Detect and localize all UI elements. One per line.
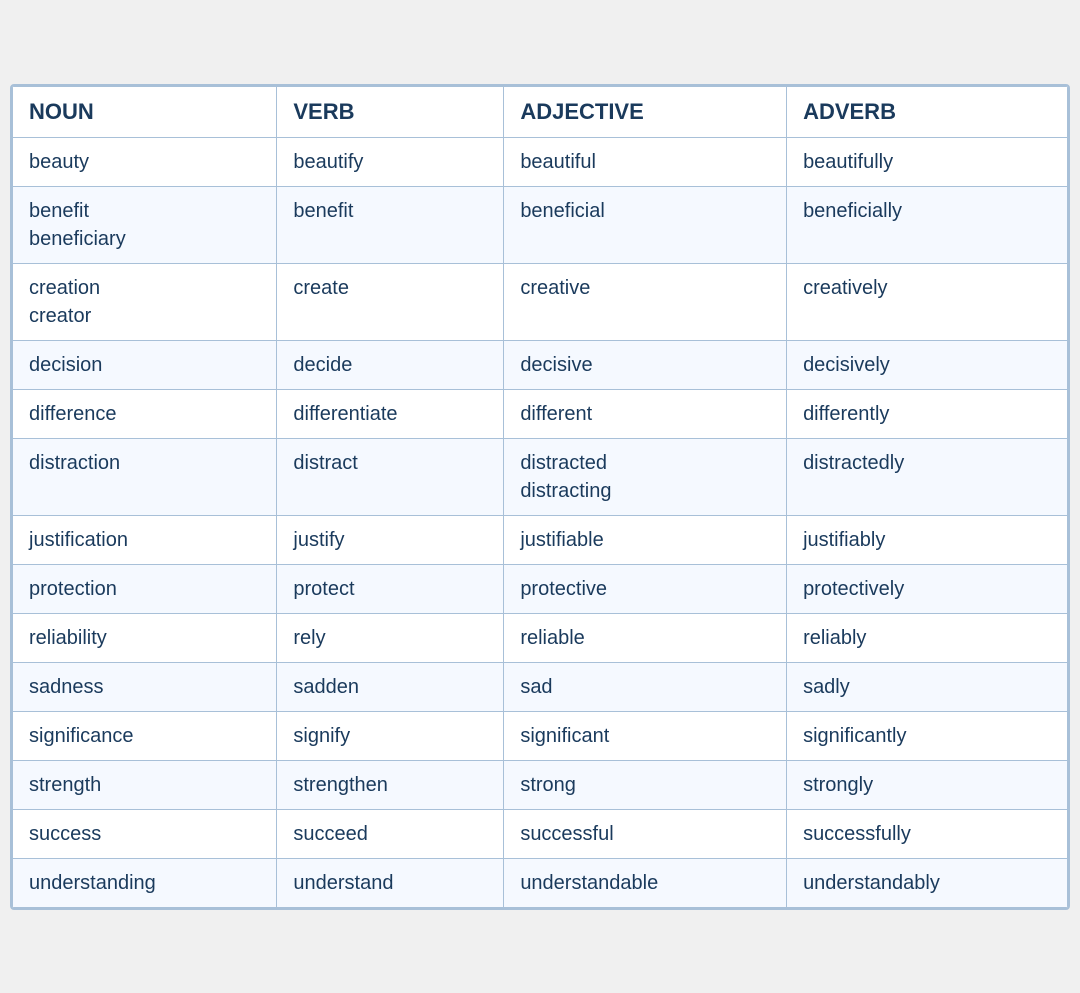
cell-adverb-8: reliably: [787, 613, 1068, 662]
header-adjective: ADJECTIVE: [504, 86, 787, 137]
cell-noun-11: strength: [13, 760, 277, 809]
cell-adverb-1: beneficially: [787, 186, 1068, 263]
cell-verb-6: justify: [277, 515, 504, 564]
cell-verb-5: distract: [277, 438, 504, 515]
word-forms-table-wrapper: NOUN VERB ADJECTIVE ADVERB beautybeautif…: [10, 84, 1070, 910]
cell-noun-4: difference: [13, 389, 277, 438]
cell-verb-13: understand: [277, 858, 504, 907]
cell-noun-8: reliability: [13, 613, 277, 662]
cell-verb-2: create: [277, 263, 504, 340]
cell-adjective-5: distracteddistracting: [504, 438, 787, 515]
table-row: protectionprotectprotectiveprotectively: [13, 564, 1068, 613]
table-row: beautybeautifybeautifulbeautifully: [13, 137, 1068, 186]
cell-adjective-6: justifiable: [504, 515, 787, 564]
cell-adjective-7: protective: [504, 564, 787, 613]
table-row: successsucceedsuccessfulsuccessfully: [13, 809, 1068, 858]
cell-adjective-9: sad: [504, 662, 787, 711]
cell-verb-10: signify: [277, 711, 504, 760]
cell-adverb-0: beautifully: [787, 137, 1068, 186]
cell-noun-13: understanding: [13, 858, 277, 907]
cell-adjective-2: creative: [504, 263, 787, 340]
cell-adjective-1: beneficial: [504, 186, 787, 263]
cell-verb-7: protect: [277, 564, 504, 613]
table-row: creationcreatorcreatecreativecreatively: [13, 263, 1068, 340]
cell-noun-6: justification: [13, 515, 277, 564]
cell-noun-9: sadness: [13, 662, 277, 711]
cell-noun-2: creationcreator: [13, 263, 277, 340]
cell-adjective-13: understandable: [504, 858, 787, 907]
cell-adjective-8: reliable: [504, 613, 787, 662]
table-row: sadnesssaddensadsadly: [13, 662, 1068, 711]
cell-noun-1: benefitbeneficiary: [13, 186, 277, 263]
header-adverb: ADVERB: [787, 86, 1068, 137]
cell-adjective-12: successful: [504, 809, 787, 858]
header-verb: VERB: [277, 86, 504, 137]
table-row: strengthstrengthenstrongstrongly: [13, 760, 1068, 809]
table-row: distractiondistractdistracteddistracting…: [13, 438, 1068, 515]
cell-noun-10: significance: [13, 711, 277, 760]
cell-verb-1: benefit: [277, 186, 504, 263]
cell-adverb-7: protectively: [787, 564, 1068, 613]
cell-verb-3: decide: [277, 340, 504, 389]
cell-adjective-3: decisive: [504, 340, 787, 389]
cell-noun-0: beauty: [13, 137, 277, 186]
cell-adjective-0: beautiful: [504, 137, 787, 186]
table-row: benefitbeneficiarybenefitbeneficialbenef…: [13, 186, 1068, 263]
cell-adverb-9: sadly: [787, 662, 1068, 711]
table-row: understandingunderstandunderstandableund…: [13, 858, 1068, 907]
cell-verb-12: succeed: [277, 809, 504, 858]
cell-verb-0: beautify: [277, 137, 504, 186]
table-row: differencedifferentiatedifferentdifferen…: [13, 389, 1068, 438]
cell-verb-4: differentiate: [277, 389, 504, 438]
cell-noun-3: decision: [13, 340, 277, 389]
table-row: significancesignifysignificantsignifican…: [13, 711, 1068, 760]
header-noun: NOUN: [13, 86, 277, 137]
cell-adverb-10: significantly: [787, 711, 1068, 760]
cell-adverb-6: justifiably: [787, 515, 1068, 564]
cell-adverb-11: strongly: [787, 760, 1068, 809]
word-forms-table: NOUN VERB ADJECTIVE ADVERB beautybeautif…: [12, 86, 1068, 908]
table-row: reliabilityrelyreliablereliably: [13, 613, 1068, 662]
cell-adverb-3: decisively: [787, 340, 1068, 389]
cell-adverb-4: differently: [787, 389, 1068, 438]
cell-adverb-5: distractedly: [787, 438, 1068, 515]
cell-verb-8: rely: [277, 613, 504, 662]
cell-adverb-2: creatively: [787, 263, 1068, 340]
cell-adjective-11: strong: [504, 760, 787, 809]
cell-adverb-12: successfully: [787, 809, 1068, 858]
table-row: decisiondecidedecisivedecisively: [13, 340, 1068, 389]
cell-verb-9: sadden: [277, 662, 504, 711]
header-row: NOUN VERB ADJECTIVE ADVERB: [13, 86, 1068, 137]
cell-noun-5: distraction: [13, 438, 277, 515]
cell-adjective-4: different: [504, 389, 787, 438]
table-row: justificationjustifyjustifiablejustifiab…: [13, 515, 1068, 564]
cell-noun-7: protection: [13, 564, 277, 613]
cell-adjective-10: significant: [504, 711, 787, 760]
cell-noun-12: success: [13, 809, 277, 858]
cell-adverb-13: understandably: [787, 858, 1068, 907]
cell-verb-11: strengthen: [277, 760, 504, 809]
